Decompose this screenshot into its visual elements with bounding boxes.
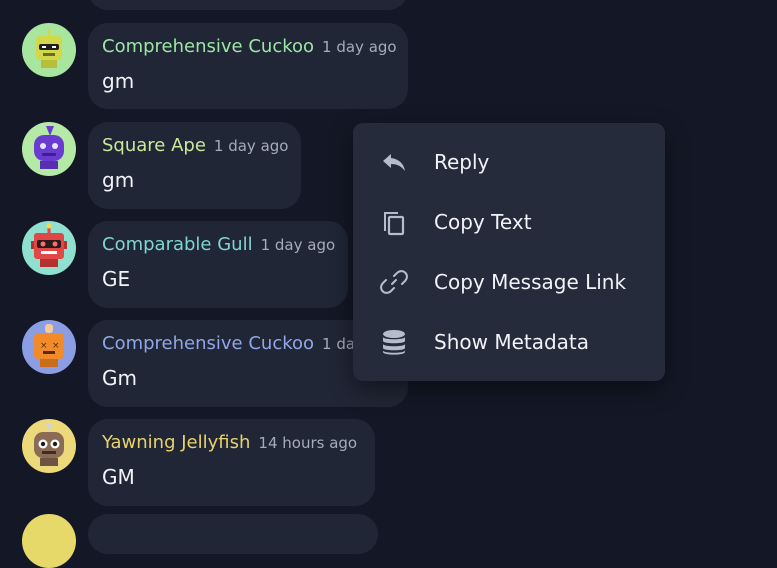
message-text: Gm: [102, 366, 137, 390]
message-text: gm: [102, 168, 135, 192]
avatar[interactable]: [22, 23, 76, 77]
reply-icon: [380, 148, 408, 176]
message-text: GE: [102, 267, 131, 291]
message-context-menu: Reply Copy Text Copy Message Link Show M…: [353, 123, 665, 381]
username[interactable]: Yawning Jellyfish: [102, 432, 250, 453]
menu-item-label: Copy Text: [434, 210, 532, 234]
message-bubble: Yawning Jellyfish 14 hours ago GM: [88, 419, 375, 506]
menu-item-copy-message-link[interactable]: Copy Message Link: [353, 252, 665, 312]
robot-avatar-icon: [36, 29, 62, 68]
avatar[interactable]: × ×: [22, 320, 76, 374]
svg-text:×: ×: [52, 341, 60, 351]
username[interactable]: Square Ape: [102, 135, 206, 156]
message-bubble: Comprehensive Cuckoo 1 day ago gm: [88, 23, 408, 109]
timestamp: 1 da: [322, 335, 356, 353]
message-text: gm: [102, 69, 135, 93]
username[interactable]: Comparable Gull: [102, 234, 253, 255]
timestamp: 1 day ago: [213, 137, 289, 155]
menu-item-copy-text[interactable]: Copy Text: [353, 192, 665, 252]
copy-icon: [380, 208, 408, 236]
robot-avatar-icon: × ×: [34, 324, 64, 367]
robot-avatar-icon: [34, 424, 64, 466]
link-icon: [380, 268, 408, 296]
menu-item-label: Reply: [434, 150, 490, 174]
menu-item-reply[interactable]: Reply: [353, 132, 665, 192]
menu-item-label: Copy Message Link: [434, 270, 627, 294]
timestamp: 1 day ago: [322, 38, 397, 56]
message-bubble-partial: [88, 514, 378, 554]
timestamp: 1 day ago: [260, 236, 336, 254]
menu-item-show-metadata[interactable]: Show Metadata: [353, 312, 665, 372]
menu-item-label: Show Metadata: [434, 330, 590, 354]
message-bubble-partial: [88, 0, 408, 10]
username[interactable]: Comprehensive Cuckoo: [102, 36, 314, 57]
username[interactable]: Comprehensive Cuckoo: [102, 333, 314, 354]
avatar[interactable]: [22, 419, 76, 473]
robot-avatar-icon: [34, 126, 64, 169]
avatar-partial: [22, 514, 76, 568]
robot-avatar-icon: [31, 223, 67, 267]
svg-text:×: ×: [40, 341, 48, 351]
timestamp: 14 hours ago: [258, 434, 358, 452]
avatar[interactable]: [22, 122, 76, 176]
message-bubble: Square Ape 1 day ago gm: [88, 122, 301, 209]
message-bubble: Comparable Gull 1 day ago GE: [88, 221, 348, 308]
avatar[interactable]: [22, 221, 76, 275]
database-icon: [380, 328, 408, 356]
message-text: GM: [102, 465, 135, 489]
